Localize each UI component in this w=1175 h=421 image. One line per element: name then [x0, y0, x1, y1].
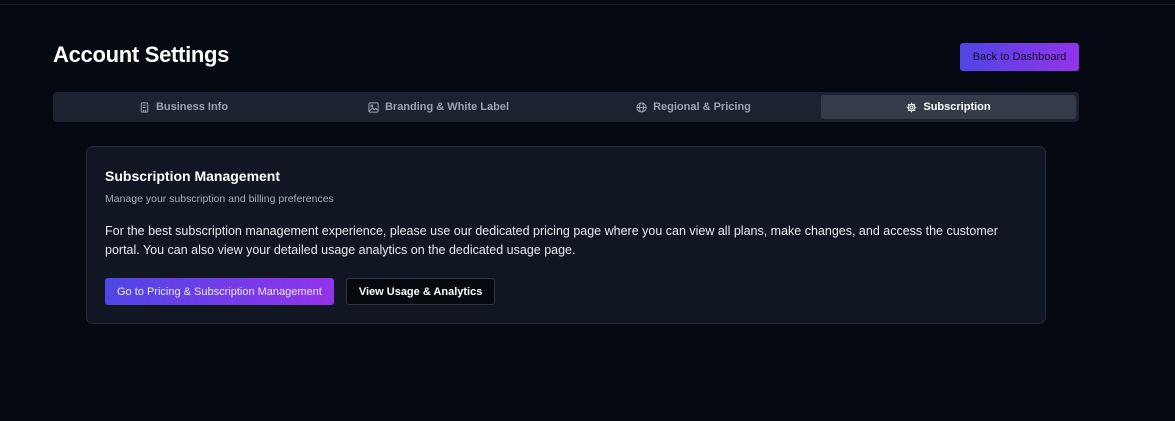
subscription-card: Subscription Management Manage your subs… [86, 146, 1046, 324]
globe-icon [636, 101, 647, 113]
page-header: Account Settings Back to Dashboard [53, 40, 1079, 71]
back-to-dashboard-button[interactable]: Back to Dashboard [960, 43, 1079, 71]
tab-subscription[interactable]: Subscription [821, 95, 1076, 119]
page-title: Account Settings [53, 42, 230, 67]
gear-icon [906, 102, 917, 113]
usage-analytics-button[interactable]: View Usage & Analytics [345, 278, 496, 305]
top-divider [0, 0, 1175, 5]
tab-label: Branding & White Label [384, 101, 510, 113]
tab-label: Regional & Pricing [653, 101, 751, 113]
card-actions: Go to Pricing & Subscription Management … [105, 278, 1027, 305]
tab-label: Subscription [923, 101, 991, 113]
card-subtitle: Manage your subscription and billing pre… [105, 193, 334, 205]
tab-branding[interactable]: Branding & White Label [311, 95, 566, 119]
tab-business-info[interactable]: Business Info [56, 95, 311, 119]
pricing-subscription-button[interactable]: Go to Pricing & Subscription Management [105, 278, 334, 305]
building-icon [139, 101, 150, 113]
card-description: For the best subscription management exp… [105, 224, 998, 257]
tab-label: Business Info [155, 101, 229, 113]
card-title: Subscription Management [105, 168, 281, 184]
tab-regional-pricing[interactable]: Regional & Pricing [566, 95, 821, 119]
image-icon [368, 101, 379, 113]
settings-tabs: Business Info Branding & White Label Reg… [53, 92, 1079, 122]
